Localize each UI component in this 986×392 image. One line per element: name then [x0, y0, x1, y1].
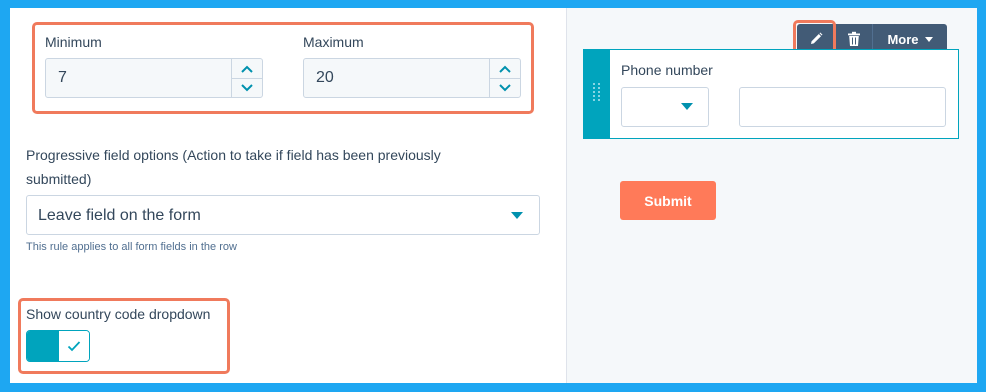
- progressive-options-help: This rule applies to all form fields in …: [26, 241, 237, 253]
- maximum-input[interactable]: 20: [303, 58, 521, 98]
- caret-down-icon: [511, 212, 523, 219]
- grip-icon: [593, 83, 600, 101]
- country-code-select[interactable]: [621, 87, 709, 127]
- field-settings-panel: Minimum 7 Maximum 20 Progressive field o…: [10, 8, 566, 383]
- more-label: More: [887, 31, 919, 47]
- drag-handle[interactable]: [584, 50, 610, 138]
- submit-label: Submit: [644, 192, 692, 209]
- caret-down-icon: [681, 103, 693, 110]
- progressive-options-label-line1: Progressive field options (Action to tak…: [26, 147, 441, 163]
- caret-down-icon: [924, 36, 933, 42]
- maximum-label: Maximum: [303, 34, 364, 50]
- country-code-label: Show country code dropdown: [26, 306, 211, 322]
- phone-number-input[interactable]: [739, 87, 946, 127]
- minimum-stepper: [231, 59, 262, 97]
- toggle-knob: [59, 331, 89, 361]
- progressive-options-selected: Leave field on the form: [38, 207, 201, 224]
- maximum-stepper: [489, 59, 520, 97]
- phone-number-field[interactable]: Phone number: [583, 49, 959, 139]
- minimum-decrement-button[interactable]: [232, 78, 262, 97]
- chevron-down-icon: [499, 83, 511, 91]
- maximum-decrement-button[interactable]: [490, 78, 520, 97]
- progressive-options-label-line2: submitted): [26, 171, 92, 187]
- form-preview-panel: More Phone number Submit: [566, 8, 977, 383]
- minimum-value: 7: [58, 69, 67, 86]
- toggle-on-track: [27, 331, 59, 361]
- progressive-options-select[interactable]: Leave field on the form: [26, 195, 540, 235]
- maximum-value: 20: [316, 69, 334, 86]
- submit-button[interactable]: Submit: [620, 181, 716, 220]
- country-code-toggle[interactable]: [26, 330, 90, 362]
- chevron-up-icon: [499, 65, 511, 73]
- phone-number-label: Phone number: [621, 62, 713, 78]
- chevron-up-icon: [241, 65, 253, 73]
- minimum-increment-button[interactable]: [232, 59, 262, 79]
- chevron-down-icon: [241, 83, 253, 91]
- trash-icon: [848, 31, 860, 46]
- checkmark-icon: [67, 341, 81, 352]
- minimum-input[interactable]: 7: [45, 58, 263, 98]
- minimum-label: Minimum: [45, 34, 102, 50]
- maximum-increment-button[interactable]: [490, 59, 520, 79]
